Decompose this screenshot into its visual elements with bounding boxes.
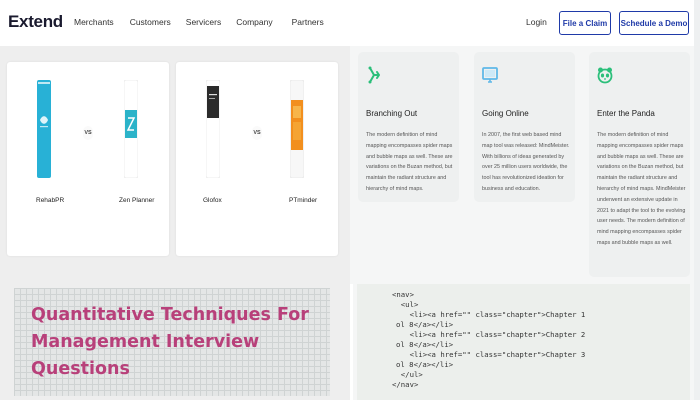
monitor-icon	[482, 66, 498, 84]
extend-logo[interactable]: Extend	[8, 12, 63, 32]
page-edge	[694, 0, 700, 400]
code-line: <nav>	[392, 290, 414, 299]
vs-badge: VS	[83, 126, 93, 140]
nav-item-customers[interactable]: Customers	[130, 17, 171, 27]
nav-item-servicers[interactable]: Servicers	[186, 17, 221, 27]
comparison-card-rehabpr-zenplanner[interactable]: VS RehabPR Zen Planner	[7, 62, 169, 256]
product-name-ptminder: PTminder	[289, 197, 318, 204]
feature-title: Going Online	[482, 109, 529, 118]
schedule-demo-button[interactable]: Schedule a Demo	[619, 11, 689, 35]
product-name-glofox: Glofox	[203, 197, 222, 204]
code-line: ol 8</a></li>	[396, 320, 454, 329]
login-link[interactable]: Login	[526, 17, 547, 27]
banner-graphic: Quantitative Techniques For Management I…	[14, 288, 330, 396]
comparison-section: VS RehabPR Zen Planner VS Glofox PTminde…	[0, 46, 350, 284]
comparison-card-glofox-ptminder[interactable]: VS Glofox PTminder	[176, 62, 338, 256]
feature-description: The modern definition of mind mapping en…	[366, 132, 453, 192]
zenplanner-app-image	[123, 79, 139, 179]
feature-card-branching-out: Branching Out The modern definition of m…	[358, 52, 459, 202]
nav-item-partners[interactable]: Partners	[292, 17, 324, 27]
ptminder-app-image	[289, 79, 305, 179]
code-line: <ul>	[392, 300, 419, 309]
banner-title: Quantitative Techniques For Management I…	[31, 305, 309, 379]
rehabpr-app-image	[37, 80, 51, 178]
code-snippet: <nav> <ul> <li><a href="" class="chapter…	[357, 284, 690, 400]
product-name-rehabpr: RehabPR	[36, 197, 65, 204]
banner-section: Quantitative Techniques For Management I…	[0, 284, 350, 400]
code-line: </ul>	[392, 370, 423, 379]
product-name-zenplanner: Zen Planner	[119, 197, 155, 204]
vs-badge: VS	[252, 126, 262, 140]
code-section: <nav> <ul> <li><a href="" class="chapter…	[353, 284, 694, 400]
code-line: ol 8</a></li>	[396, 340, 454, 349]
panda-icon	[597, 66, 613, 84]
feature-description: The modern definition of mind mapping en…	[597, 132, 686, 246]
nav-item-merchants[interactable]: Merchants	[74, 17, 114, 27]
code-line: <li><a href="" class="chapter">Chapter 1	[392, 310, 586, 319]
nav-item-company[interactable]: Company	[236, 17, 272, 27]
feature-title: Enter the Panda	[597, 109, 655, 118]
feature-title: Branching Out	[366, 109, 418, 118]
feature-card-enter-the-panda: Enter the Panda The modern definition of…	[589, 52, 690, 277]
code-line: ol 8</a></li>	[396, 360, 454, 369]
branch-icon	[366, 66, 382, 84]
site-header: Extend Merchants Customers Servicers Com…	[0, 0, 700, 46]
features-section: Branching Out The modern definition of m…	[350, 46, 694, 284]
file-claim-button[interactable]: File a Claim	[559, 11, 611, 35]
code-line: <li><a href="" class="chapter">Chapter 2	[392, 330, 586, 339]
glofox-app-image	[205, 79, 221, 179]
main-nav: Merchants Customers Servicers Company Pa…	[74, 17, 324, 27]
code-line: <li><a href="" class="chapter">Chapter 3	[392, 350, 586, 359]
code-line: </nav>	[392, 380, 419, 389]
feature-card-going-online: Going Online In 2007, the first web base…	[474, 52, 575, 202]
feature-description: In 2007, the first web based mind map to…	[482, 132, 570, 192]
